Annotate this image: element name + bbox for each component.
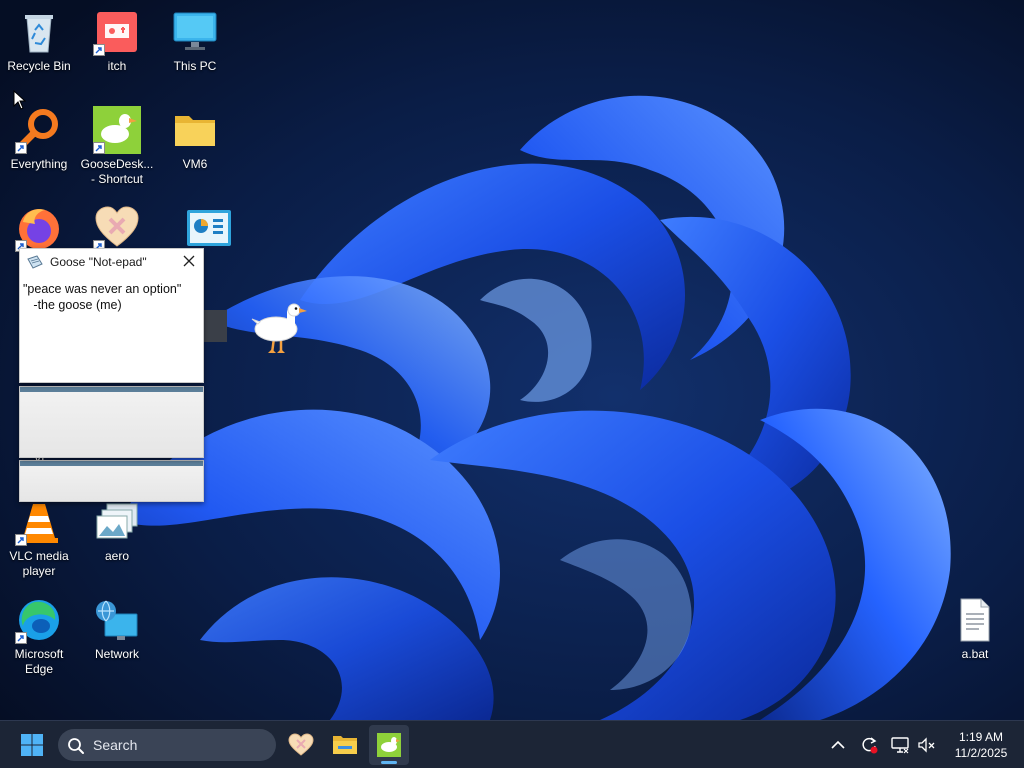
aero-images-icon [93, 498, 141, 546]
desktop-icon-label: player [22, 564, 56, 578]
shortcut-arrow-icon [15, 534, 27, 546]
vlc-icon [15, 498, 63, 546]
close-icon[interactable] [181, 253, 197, 269]
heart-app-icon [93, 204, 141, 252]
volume-muted-icon [918, 737, 935, 753]
note-title-strip [20, 387, 203, 392]
desktop-icon[interactable]: GooseDesk... - Shortcut [78, 106, 156, 187]
desktop-icon[interactable]: Everything [0, 106, 78, 172]
desktop-icon[interactable]: VM6 [156, 106, 234, 172]
sync-alert-tray-button[interactable] [859, 735, 879, 755]
bat-file-icon [951, 596, 999, 644]
goose-note-window[interactable] [19, 386, 204, 458]
desktop-icon-label: - Shortcut [90, 172, 144, 186]
note-title-strip [20, 461, 203, 466]
goose-note-window[interactable] [19, 460, 204, 502]
taskbar-file-explorer[interactable] [325, 725, 365, 765]
desktop-icon-label: VM6 [182, 157, 208, 171]
network-icon [891, 737, 909, 754]
mouse-cursor-icon [13, 90, 27, 110]
search-icon [68, 738, 84, 754]
desktop-icon-label: a.bat [961, 647, 989, 661]
itch-icon [93, 8, 141, 56]
goose-desktop-icon [93, 106, 141, 154]
taskbar-heart-app[interactable] [281, 725, 321, 765]
note-title: Goose "Not-epad" [50, 255, 147, 269]
taskbar: Search 1:19 AM 11/2/2025 [0, 720, 1024, 768]
desktop-icon[interactable]: VLC media player [0, 498, 78, 579]
chevron-up-icon [831, 740, 845, 749]
desktop-icon-label: Network [94, 647, 139, 661]
heart-app-icon [288, 733, 314, 756]
shortcut-arrow-icon [15, 142, 27, 154]
notepad-icon [27, 255, 43, 272]
desktop[interactable]: Recycle Bin itch This PC Everything GooseDes… [0, 0, 1024, 720]
start-button[interactable] [12, 725, 52, 765]
desktop-icon-label: aero [104, 549, 130, 563]
clock-time: 1:19 AM [958, 730, 1004, 744]
search-input[interactable]: Search [58, 729, 276, 761]
search-placeholder: Search [93, 737, 138, 753]
network-tray-button[interactable] [890, 735, 910, 755]
shortcut-arrow-icon [15, 632, 27, 644]
goose-desktop-icon [377, 733, 401, 757]
goose-sprite [251, 303, 307, 354]
clock[interactable]: 1:19 AM 11/2/2025 [944, 729, 1018, 761]
shortcut-arrow-icon [93, 142, 105, 154]
goose-note-window[interactable]: Goose "Not-epad" "peace was never an opt… [19, 248, 204, 383]
active-app-indicator [381, 761, 397, 764]
recycle-bin-icon [15, 8, 63, 56]
desktop-icon[interactable]: Microsoft Edge [0, 596, 78, 677]
desktop-icon[interactable]: aero [78, 498, 156, 564]
desktop-icon-label: Recycle Bin [7, 59, 71, 73]
desktop-icon-label: Microsoft [14, 647, 64, 661]
control-panel-icon [185, 204, 233, 252]
show-hidden-icons-button[interactable] [828, 735, 848, 755]
note-line: -the goose (me) [23, 298, 122, 312]
desktop-icon[interactable]: This PC [156, 8, 234, 74]
desktop-icon-label: itch [107, 59, 127, 73]
file-explorer-icon [333, 736, 357, 754]
sync-alert-icon [862, 737, 878, 754]
note-text[interactable]: "peace was never an option" -the goose (… [20, 275, 203, 313]
taskbar-goose-desktop[interactable] [369, 725, 409, 765]
windows-logo-icon [21, 734, 43, 756]
note-line: "peace was never an option" [23, 282, 182, 296]
desktop-icon-label: GooseDesk... [80, 157, 154, 171]
clock-date: 11/2/2025 [954, 746, 1008, 760]
desktop-icon-label: This PC [173, 59, 217, 73]
note-title-bar[interactable]: Goose "Not-epad" [20, 249, 203, 275]
desktop-icon[interactable]: itch [78, 8, 156, 74]
edge-icon [15, 596, 63, 644]
network-icon [93, 596, 141, 644]
shortcut-arrow-icon [93, 44, 105, 56]
everything-search-icon [15, 106, 63, 154]
folder-icon [171, 106, 219, 154]
firefox-icon [15, 204, 63, 252]
desktop-icon[interactable]: Recycle Bin [0, 8, 78, 74]
monitor-icon [171, 8, 219, 56]
desktop-icon-label: VLC media [9, 549, 69, 563]
volume-tray-button[interactable] [916, 735, 936, 755]
desktop-icon-label: Everything [10, 157, 68, 171]
desktop-icon[interactable]: Network [78, 596, 156, 662]
desktop-icon[interactable]: a.bat [936, 596, 1014, 662]
desktop-icon-label: Edge [24, 662, 54, 676]
